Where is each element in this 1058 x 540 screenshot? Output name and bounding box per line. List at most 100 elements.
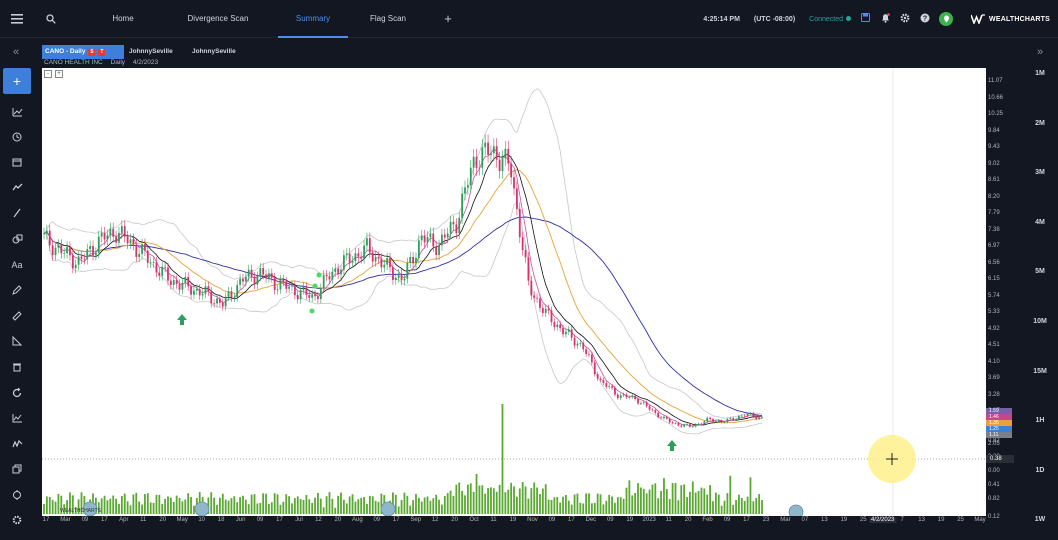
volume-bar [161, 503, 164, 514]
measure-icon[interactable] [6, 331, 28, 351]
candle-body [588, 353, 590, 355]
candle-body [680, 425, 683, 427]
search-icon[interactable] [34, 0, 68, 38]
collapse-right-icon[interactable]: » [1022, 43, 1058, 61]
chart-tab-johnnyseville-1[interactable]: JohnnySeville [126, 45, 186, 59]
add-tab-button[interactable]: + [428, 0, 468, 38]
volume-bar [481, 485, 484, 514]
timeframe-10m[interactable]: 10M [1022, 318, 1058, 325]
candle-body [66, 246, 68, 254]
volume-bar [175, 495, 178, 514]
candle-body [689, 424, 691, 427]
price-chart[interactable]: WEALTHCHARTS [42, 68, 986, 516]
candle-body [89, 246, 92, 250]
candle-body [334, 268, 337, 272]
time-label: 19 [509, 517, 517, 523]
volume-bar [449, 490, 452, 514]
candle-body [432, 233, 435, 247]
text-tool-icon[interactable]: Aa [6, 255, 28, 275]
expand-indicator-icon[interactable]: + [55, 70, 63, 78]
timezone[interactable]: (UTC -08:00) [754, 16, 795, 23]
chart-tab-cano[interactable]: CANO - Daily S T [42, 45, 124, 59]
candle-body [570, 329, 573, 338]
price-label: 8.61 [988, 177, 1000, 183]
crosshair-icon[interactable] [6, 485, 28, 505]
volume-bar [472, 491, 475, 514]
tab-summary[interactable]: Summary [278, 0, 348, 38]
menu-icon[interactable] [0, 0, 34, 38]
time-label: 12 [315, 517, 322, 523]
trend-icon[interactable] [6, 177, 28, 197]
volume-bar [458, 482, 461, 514]
gear-icon[interactable] [899, 13, 911, 26]
candle-body [308, 295, 311, 298]
candle-body [187, 277, 190, 287]
buy-arrow-icon [667, 440, 677, 451]
volume-bar [464, 495, 466, 514]
timeframe-2m[interactable]: 2M [1022, 120, 1058, 127]
timeframe-4m[interactable]: 4M [1022, 219, 1058, 226]
chart-tab-johnnyseville-2[interactable]: JohnnySeville [189, 45, 249, 59]
candle-body [619, 395, 622, 399]
price-axis[interactable]: 11.07 10.66 10.25 9.84 9.43 9.02 8.61 8.20 7.79 7… [986, 68, 1020, 520]
save-icon[interactable] [859, 13, 871, 25]
volume-bar [749, 477, 752, 514]
volume-bar [487, 488, 489, 514]
add-tool-button[interactable]: + [3, 68, 31, 94]
help-icon[interactable]: ? [919, 13, 931, 26]
candle-body [273, 277, 276, 291]
location-pin-icon[interactable] [939, 12, 954, 26]
volume-bar [45, 496, 48, 514]
collapse-left-icon[interactable]: « [0, 43, 32, 61]
bell-icon[interactable] [879, 12, 891, 26]
candle-body [210, 291, 213, 304]
timeframe-5m[interactable]: 5M [1022, 268, 1058, 275]
timeframe-3m[interactable]: 3M [1022, 169, 1058, 176]
shape-tool-icon[interactable] [6, 229, 28, 249]
time-label: 09 [256, 517, 264, 523]
candle-body [392, 267, 394, 280]
volume-bar [51, 500, 54, 514]
candle-body [533, 295, 536, 298]
refresh-icon[interactable] [6, 383, 28, 403]
collapse-indicator-icon[interactable]: - [44, 70, 52, 78]
tab-home[interactable]: Home [88, 0, 158, 38]
time-axis[interactable]: 17 Mar 09 17 Apr 11 20 May 10 18 Jun 09 17 Jul 12 20 Aug… [42, 516, 986, 528]
timeframe-1w[interactable]: 1W [1022, 516, 1058, 523]
timeframe-1h[interactable]: 1H [1022, 417, 1058, 424]
pencil-icon[interactable] [6, 280, 28, 300]
volume-bar [103, 495, 106, 514]
ruler-icon[interactable] [6, 306, 28, 326]
timeframe-15m[interactable]: 15M [1022, 368, 1058, 375]
settings-icon[interactable] [6, 510, 28, 530]
time-label: Mar [780, 517, 791, 523]
wave-icon[interactable] [6, 434, 28, 454]
volume-bar [363, 497, 365, 514]
chart-canvas[interactable]: WEALTHCHARTS [42, 68, 986, 516]
trash-icon[interactable] [6, 357, 28, 377]
candle-body [510, 163, 513, 178]
candle-body [236, 284, 239, 298]
volume-bar [596, 493, 599, 514]
line-tool-icon[interactable] [6, 203, 28, 223]
clock-icon[interactable] [6, 127, 28, 147]
tab-flag-scan[interactable]: Flag Scan [348, 0, 428, 38]
calendar-icon[interactable] [6, 152, 28, 172]
chart-type-icon[interactable] [6, 408, 28, 428]
candle-body [201, 293, 204, 296]
candle-body [484, 142, 487, 148]
copy-icon[interactable] [6, 459, 28, 479]
timeframe-1m[interactable]: 1M [1022, 70, 1058, 77]
time-label: 07 [801, 517, 809, 523]
candle-body [415, 257, 417, 264]
time-label: 17 [743, 517, 750, 523]
volume-bar [478, 485, 481, 514]
tab-divergence-scan[interactable]: Divergence Scan [158, 0, 278, 38]
timeframe-1d[interactable]: 1D [1022, 467, 1058, 474]
indicator-icon[interactable] [6, 102, 28, 122]
volume-bar [224, 499, 227, 514]
volume-bar [602, 504, 605, 514]
volume-bar [291, 503, 293, 514]
volume-bar [377, 501, 380, 514]
candle-body [54, 247, 57, 256]
